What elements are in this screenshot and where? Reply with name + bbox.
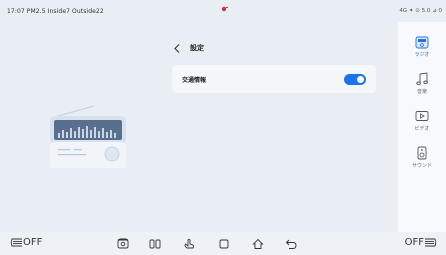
music-note-icon	[415, 72, 429, 86]
status-signal-text: 4G ✦ ⊙ 5.0 ⊿ 0	[399, 8, 442, 14]
air-flow-left-icon	[10, 238, 22, 247]
chevron-left-icon[interactable]	[172, 42, 182, 54]
sidebar-item-label: ラジオ	[414, 52, 430, 58]
left-climate-control[interactable]: OFF	[10, 237, 42, 248]
sidebar-item-radio[interactable]: ラジオ	[398, 35, 446, 71]
sidebar-item-label: サウンド	[411, 163, 432, 169]
air-flow-right-icon	[425, 238, 437, 247]
settings-header: 設定	[172, 40, 204, 56]
sidebar-item-music[interactable]: 音楽	[398, 72, 446, 108]
radio-icon	[415, 35, 429, 49]
page-title: 設定	[190, 44, 204, 52]
split-screen-icon[interactable]	[148, 237, 161, 250]
camera-icon[interactable]	[116, 237, 129, 250]
home-icon[interactable]	[251, 237, 264, 250]
right-climate-label: OFF	[404, 237, 424, 248]
traffic-info-toggle[interactable]	[344, 74, 366, 85]
touch-icon[interactable]	[182, 237, 195, 250]
traffic-info-label: 交通情報	[182, 76, 207, 84]
back-arrow-icon[interactable]	[284, 237, 297, 250]
left-climate-label: OFF	[23, 237, 43, 248]
sidebar-item-label: ビデオ	[414, 126, 430, 132]
status-bar: 17:07 PM2.5 Inside7 Outside22 4G ✦ ⊙ 5.0…	[0, 0, 446, 22]
radio-illustration-icon	[50, 105, 126, 168]
sidebar-item-label: 音楽	[416, 89, 427, 95]
square-icon[interactable]	[217, 237, 230, 250]
sidebar-item-video[interactable]: ビデオ	[398, 109, 446, 145]
speaker-icon	[415, 146, 429, 160]
video-icon	[415, 109, 429, 123]
toggle-knob	[357, 76, 364, 83]
sidebar-item-sound[interactable]: サウンド	[398, 146, 446, 182]
bottom-bar: OFF OFF	[0, 232, 446, 255]
sidebar: ラジオ 音楽 ビデオ サウンド	[398, 22, 446, 232]
right-climate-control[interactable]: OFF	[405, 237, 437, 248]
record-indicator-icon	[221, 6, 228, 12]
status-info-text: 17:07 PM2.5 Inside7 Outside22	[7, 8, 104, 15]
traffic-info-row: 交通情報	[172, 65, 376, 93]
